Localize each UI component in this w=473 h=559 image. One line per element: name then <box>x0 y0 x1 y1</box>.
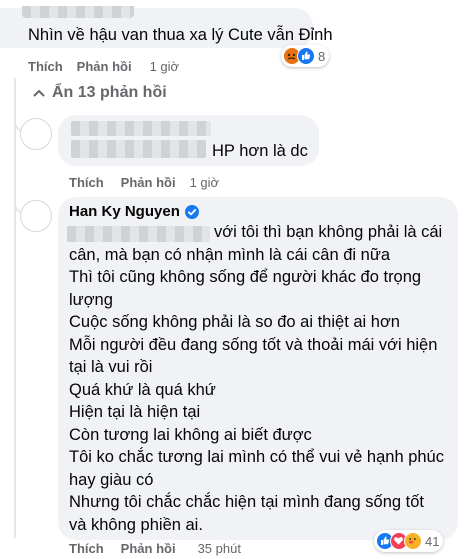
text-line: với tôi thì bạn không phải là cái <box>214 223 443 241</box>
text-line: cân, mà bạn có nhận mình là cái cân đi n… <box>69 245 391 264</box>
care-reaction-icon <box>404 532 422 550</box>
reply-text: HP hơn là dc <box>212 142 308 160</box>
comment-actions: Thích Phản hồi 1 giờ <box>28 59 179 74</box>
reaction-summary[interactable]: 41 <box>374 530 444 552</box>
text-line: Quá khứ là quá khứ <box>69 380 216 399</box>
like-reaction-icon <box>297 47 315 65</box>
redacted-name <box>71 121 211 136</box>
redacted-name <box>22 6 134 18</box>
text-line: Hiện tại là hiện tại <box>69 403 201 421</box>
text-line: Cuộc sống không phải là so đo ai thiệt a… <box>69 313 400 331</box>
timestamp[interactable]: 1 giờ <box>150 59 180 74</box>
text-line: Nhưng tôi chắc chắc hiện tại mình đang s… <box>69 493 425 511</box>
text-line: Mỗi người đều đang sống tốt và thoải mái… <box>69 335 438 354</box>
reaction-summary[interactable]: 8 <box>281 45 330 67</box>
chevron-up-icon <box>32 86 48 100</box>
reply-actions: Thích Phản hồi 1 giờ <box>69 175 219 190</box>
like-button[interactable]: Thích <box>69 541 104 556</box>
thread-line <box>14 98 16 538</box>
text-line: Tôi ko chắc tương lai mình có thể vui vẻ… <box>69 448 444 466</box>
avatar[interactable] <box>20 118 52 150</box>
thread-line <box>14 78 16 98</box>
reply-button[interactable]: Phản hồi <box>121 175 176 190</box>
like-button[interactable]: Thích <box>69 175 104 190</box>
like-button[interactable]: Thích <box>28 59 63 74</box>
text-line: Thì tôi cũng không sống để người khác đo… <box>69 268 422 286</box>
text-line: hay giàu có <box>69 470 154 489</box>
reaction-count: 41 <box>425 533 440 549</box>
hide-replies-label: Ẩn 13 phản hồi <box>52 84 167 101</box>
redacted-text <box>71 140 206 158</box>
hide-replies-toggle[interactable]: Ẩn 13 phản hồi <box>32 84 167 102</box>
timestamp[interactable]: 35 phút <box>198 541 241 556</box>
reply-actions: Thích Phản hồi 35 phút <box>69 541 241 556</box>
reply-button[interactable]: Phản hồi <box>121 541 176 556</box>
text-line: tại là vui rồi <box>69 358 153 376</box>
comment-text: Nhìn về hậu van thua xa lý Cute vẫn Đỉnh <box>28 26 333 44</box>
verified-badge-icon <box>184 204 199 219</box>
reaction-count: 8 <box>318 48 326 64</box>
text-line: lượng <box>69 290 113 309</box>
reply-button[interactable]: Phản hồi <box>77 59 132 74</box>
timestamp[interactable]: 1 giờ <box>190 175 220 190</box>
text-line: Còn tương lai không ai biết được <box>69 425 312 444</box>
author-row: Han Ky Nguyen <box>69 203 199 220</box>
avatar[interactable] <box>20 200 52 232</box>
author-name[interactable]: Han Ky Nguyen <box>69 203 180 220</box>
reply-text: với tôi thì bạn không phải là cái cân, m… <box>69 221 454 536</box>
